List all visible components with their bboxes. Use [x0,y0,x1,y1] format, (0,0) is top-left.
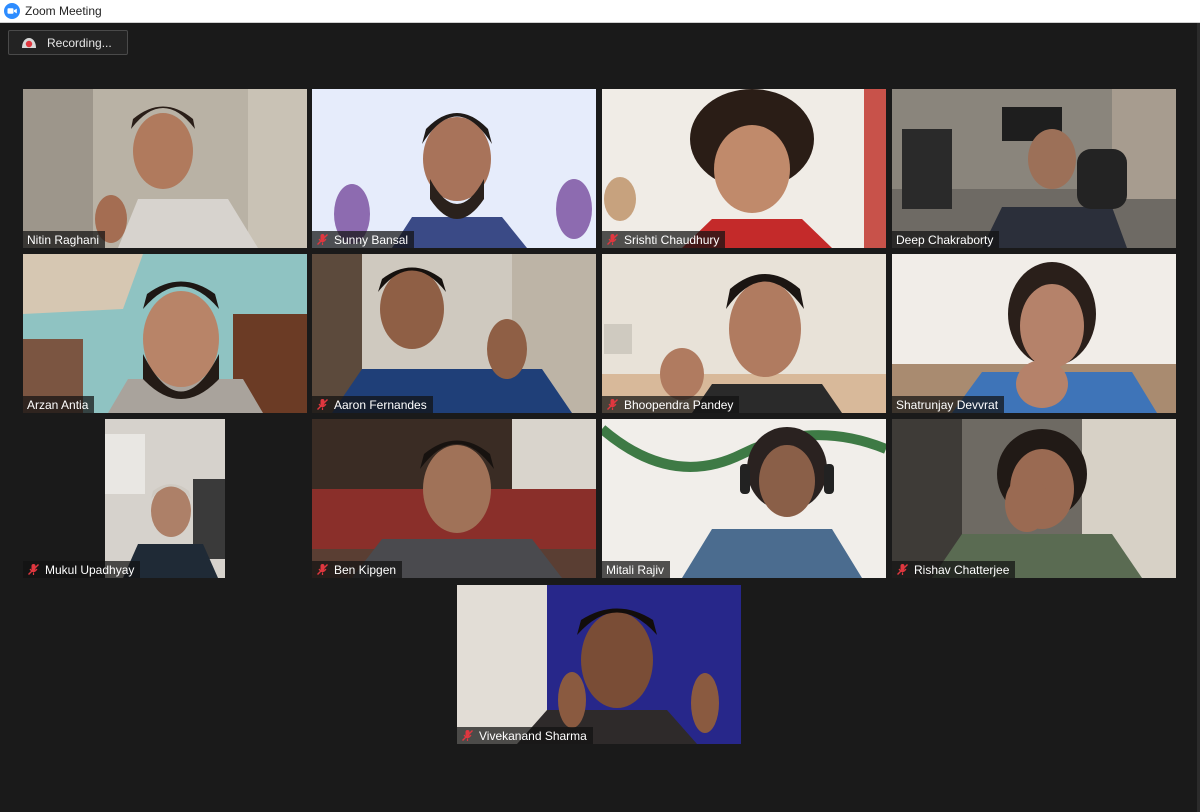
microphone-muted-icon [897,564,908,575]
participant-tile[interactable]: Shatrunjay Devvrat [892,254,1176,413]
participant-name: Sunny Bansal [334,232,409,247]
video-feed [602,89,886,248]
video-feed [892,419,1176,578]
microphone-muted-icon [28,564,39,575]
participant-tile[interactable]: Deep Chakraborty [892,89,1176,248]
video-feed [312,89,596,248]
name-tag: Aaron Fernandes [312,396,433,413]
participant-tile[interactable]: Rishav Chatterjee [892,419,1176,578]
participant-name: Srishti Chaudhury [624,232,720,247]
participant-tile[interactable]: Aaron Fernandes [312,254,596,413]
participant-tile[interactable]: Arzan Antia [23,254,307,413]
participant-tile[interactable]: Nitin Raghani [23,89,307,248]
participant-name: Ben Kipgen [334,562,397,577]
name-tag: Mitali Rajiv [602,561,671,578]
video-feed [892,254,1176,413]
video-feed [312,419,596,578]
participant-name: Bhoopendra Pandey [624,397,734,412]
name-tag: Deep Chakraborty [892,231,1000,248]
name-tag: Nitin Raghani [23,231,106,248]
name-tag: Vivekanand Sharma [457,727,593,744]
video-feed [602,254,886,413]
video-feed [23,419,307,578]
participant-name: Mitali Rajiv [606,562,665,577]
microphone-muted-icon [317,564,328,575]
microphone-muted-icon [317,234,328,245]
name-tag: Rishav Chatterjee [892,561,1016,578]
microphone-muted-icon [317,399,328,410]
video-feed [23,89,307,248]
participant-tile[interactable]: Srishti Chaudhury [602,89,886,248]
name-tag: Bhoopendra Pandey [602,396,740,413]
participant-tile[interactable]: Sunny Bansal [312,89,596,248]
name-tag: Ben Kipgen [312,561,403,578]
participant-tile[interactable]: Vivekanand Sharma [457,585,741,744]
microphone-muted-icon [462,730,473,741]
name-tag: Shatrunjay Devvrat [892,396,1005,413]
participant-tile[interactable]: Bhoopendra Pandey [602,254,886,413]
participant-name: Shatrunjay Devvrat [896,397,999,412]
participant-gallery: Nitin Raghani Sunny Bansal Srishti Chaud… [0,0,1200,812]
participant-name: Mukul Upadhyay [45,562,135,577]
participant-name: Vivekanand Sharma [479,728,587,743]
participant-name: Deep Chakraborty [896,232,994,247]
name-tag: Mukul Upadhyay [23,561,141,578]
video-feed [457,585,741,744]
participant-name: Arzan Antia [27,397,89,412]
participant-name: Nitin Raghani [27,232,100,247]
video-feed [312,254,596,413]
name-tag: Srishti Chaudhury [602,231,726,248]
video-feed [602,419,886,578]
video-feed [23,254,307,413]
participant-tile[interactable]: Ben Kipgen [312,419,596,578]
name-tag: Arzan Antia [23,396,95,413]
participant-tile[interactable]: Mitali Rajiv [602,419,886,578]
microphone-muted-icon [607,399,618,410]
microphone-muted-icon [607,234,618,245]
participant-name: Rishav Chatterjee [914,562,1010,577]
name-tag: Sunny Bansal [312,231,415,248]
participant-tile[interactable]: Mukul Upadhyay [23,419,307,578]
participant-name: Aaron Fernandes [334,397,427,412]
video-feed [892,89,1176,248]
